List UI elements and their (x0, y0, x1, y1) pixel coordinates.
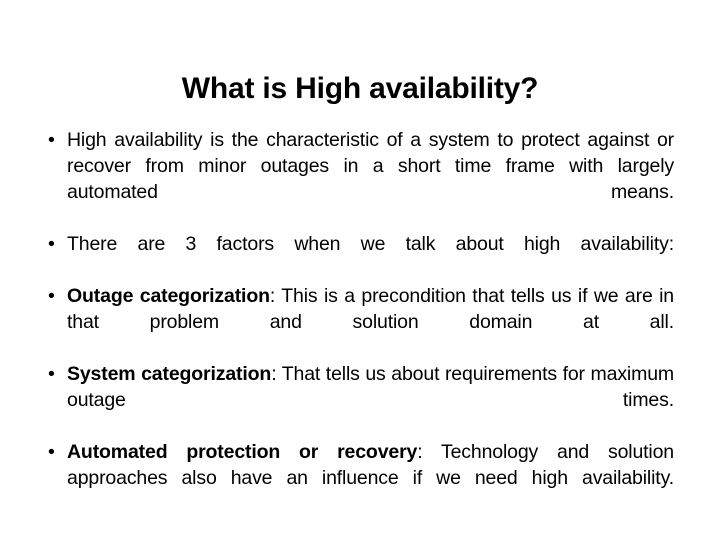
bullet-list: • High availability is the characteristi… (44, 127, 674, 517)
list-item: • System categorization: That tells us a… (44, 361, 674, 439)
list-item-content: Outage categorization: This is a precond… (67, 283, 674, 361)
list-item-lead: Outage categorization (67, 285, 270, 307)
list-item: • High availability is the characteristi… (44, 127, 674, 231)
list-item-content: There are 3 factors when we talk about h… (67, 231, 674, 283)
slide-body: • High availability is the characteristi… (44, 127, 674, 517)
slide: What is High availability? • High availa… (0, 0, 720, 540)
page-title: What is High availability? (181, 72, 539, 106)
bullet-icon: • (48, 233, 55, 255)
list-item: • There are 3 factors when we talk about… (44, 231, 674, 283)
list-item-content: System categorization: That tells us abo… (67, 361, 674, 439)
list-item-separator: : (417, 441, 441, 463)
list-item-text: There are 3 factors when we talk about h… (67, 233, 674, 255)
list-item-separator: : (271, 363, 282, 385)
list-item-separator: : (269, 285, 282, 307)
bullet-icon: • (48, 363, 55, 385)
list-item-content: High availability is the characteristic … (67, 127, 674, 231)
list-item-lead: System categorization (67, 363, 272, 385)
list-item-text: High availability is the characteristic … (67, 129, 674, 203)
list-item-lead: Automated protection or recovery (67, 441, 418, 463)
list-item-content: Automated protection or recovery: Techno… (67, 439, 674, 517)
bullet-icon: • (48, 285, 55, 307)
list-item: • Automated protection or recovery: Tech… (44, 439, 674, 517)
bullet-icon: • (48, 441, 55, 463)
bullet-icon: • (48, 129, 55, 151)
list-item: • Outage categorization: This is a preco… (44, 283, 674, 361)
